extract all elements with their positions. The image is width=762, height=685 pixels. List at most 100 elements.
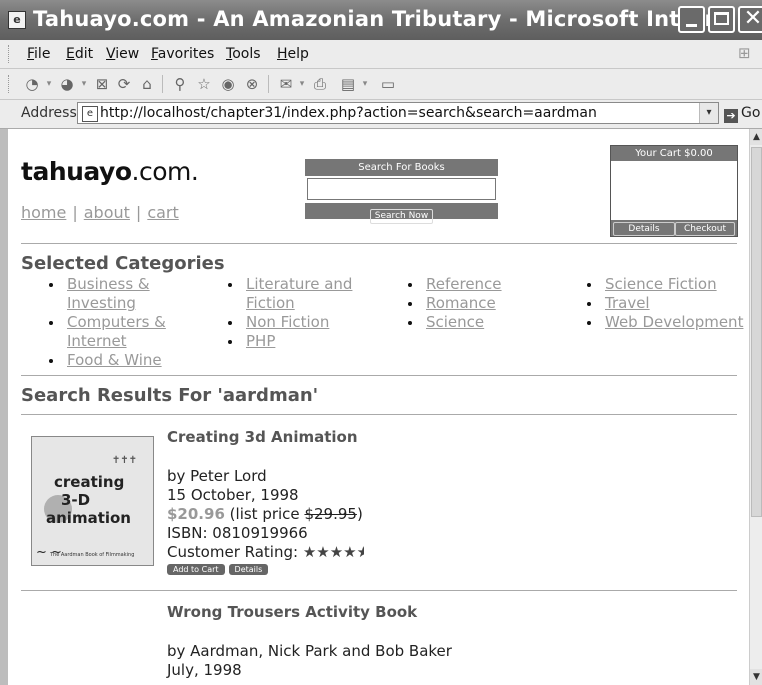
list-price-prefix: (list price [229, 505, 300, 523]
vertical-scrollbar[interactable]: ▲ ▼ [749, 129, 762, 685]
book-title[interactable]: Creating 3d Animation [167, 428, 358, 446]
list-item: Computers & Internet [21, 313, 186, 351]
logo-rest-text: .com. [131, 157, 199, 186]
address-input[interactable]: e http://localhost/chapter31/index.php?a… [77, 102, 719, 124]
toolbar-separator [268, 75, 269, 93]
list-item: Science Fiction [559, 275, 744, 294]
add-to-cart-button[interactable]: Add to Cart [167, 564, 225, 575]
menu-edit[interactable]: Edit [66, 46, 93, 62]
search-input[interactable] [307, 178, 496, 200]
ie-page-icon: e [8, 11, 26, 29]
category-link[interactable]: Food & Wine [67, 351, 162, 369]
list-item: PHP [200, 332, 365, 351]
edit-dropdown-icon[interactable]: ▾ [360, 74, 370, 94]
menu-favorites[interactable]: Favorites [151, 46, 214, 62]
category-link[interactable]: Science Fiction [605, 275, 717, 293]
nav-cart-link[interactable]: cart [147, 203, 178, 222]
window-title: Tahuayo.com - An Amazonian Tributary - M… [33, 7, 745, 31]
nav-about-link[interactable]: about [84, 203, 130, 222]
maximize-button[interactable] [708, 6, 735, 33]
list-item: Travel [559, 294, 744, 313]
discuss-icon[interactable]: ▭ [378, 74, 398, 94]
category-link[interactable]: Reference [426, 275, 502, 293]
windows-logo-icon: ⊞ [738, 44, 751, 62]
cart-header: Your Cart $0.00 [611, 146, 737, 161]
history-icon[interactable]: ⊗ [242, 74, 262, 94]
menu-tools[interactable]: Tools [226, 46, 261, 62]
back-dropdown-icon[interactable]: ▾ [44, 74, 54, 94]
list-item: Food & Wine [21, 351, 186, 370]
stop-icon[interactable]: ⊠ [92, 74, 112, 94]
rating-stars: ★★★★★ [302, 543, 364, 561]
scroll-thumb[interactable] [751, 147, 762, 517]
mail-icon[interactable]: ✉ [276, 74, 296, 94]
go-arrow-icon: ➔ [724, 109, 738, 123]
category-link[interactable]: Romance [426, 294, 496, 312]
toolbar-grip[interactable] [8, 75, 12, 93]
edit-icon[interactable]: ▤ [338, 74, 358, 94]
category-link[interactable]: Science [426, 313, 484, 331]
cart-button-bar: Details Checkout [611, 220, 737, 236]
refresh-icon[interactable]: ⟳ [114, 74, 134, 94]
media-icon[interactable]: ◉ [218, 74, 238, 94]
search-button-bar: Search Now [305, 203, 498, 224]
details-button[interactable]: Details [228, 564, 269, 575]
nav-home-link[interactable]: home [21, 203, 66, 222]
category-link[interactable]: Literature and Fiction [246, 275, 352, 312]
scroll-down-icon[interactable]: ▼ [750, 669, 762, 685]
category-link[interactable]: Business & Investing [67, 275, 150, 312]
menu-file[interactable]: File [27, 46, 50, 62]
mail-dropdown-icon[interactable]: ▾ [297, 74, 307, 94]
standard-toolbar: ◔ ▾ ◕ ▾ ⊠ ⟳ ⌂ ⚲ ☆ ◉ ⊗ ✉ ▾ ⎙ ▤ ▾ ▭ [0, 69, 762, 100]
category-column: Literature and Fiction Non Fiction PHP [200, 275, 365, 351]
address-dropdown-button[interactable]: ▾ [699, 103, 718, 123]
close-button[interactable]: ✕ [738, 6, 762, 33]
site-logo[interactable]: tahuayo.com. [21, 157, 199, 186]
window-frame [0, 129, 8, 685]
forward-icon[interactable]: ◕ [57, 74, 77, 94]
category-link[interactable]: Non Fiction [246, 313, 329, 331]
search-box-header: Search For Books [305, 159, 498, 176]
categories-title: Selected Categories [21, 253, 225, 274]
home-icon[interactable]: ⌂ [137, 74, 157, 94]
toolbar-grip[interactable] [8, 45, 12, 63]
window-title-bar[interactable]: e Tahuayo.com - An Amazonian Tributary -… [0, 0, 762, 40]
list-item: Science [380, 313, 545, 332]
list-item: Reference [380, 275, 545, 294]
print-icon[interactable]: ⎙ [310, 74, 330, 94]
search-now-button[interactable]: Search Now [369, 209, 434, 224]
menu-bar: File Edit View Favorites Tools Help ⊞ [0, 40, 762, 69]
book-date: July, 1998 [167, 661, 242, 679]
cart-details-button[interactable]: Details [613, 222, 675, 236]
go-label: Go [741, 105, 761, 121]
category-link[interactable]: Travel [605, 294, 650, 312]
forward-dropdown-icon[interactable]: ▾ [79, 74, 89, 94]
menu-help[interactable]: Help [277, 46, 309, 62]
search-icon[interactable]: ⚲ [170, 74, 190, 94]
menu-view[interactable]: View [106, 46, 139, 62]
category-link[interactable]: PHP [246, 332, 275, 350]
back-icon[interactable]: ◔ [22, 74, 42, 94]
list-item: Romance [380, 294, 545, 313]
divider [21, 375, 737, 376]
go-button[interactable]: ➔ Go [724, 105, 760, 123]
minimize-button[interactable] [678, 6, 705, 33]
scroll-up-icon[interactable]: ▲ [750, 129, 762, 145]
list-item: Literature and Fiction [200, 275, 365, 313]
list-item: Web Development [559, 313, 744, 332]
book-author: by Aardman, Nick Park and Bob Baker [167, 642, 452, 660]
category-column: Science Fiction Travel Web Development [559, 275, 744, 332]
divider [21, 243, 737, 244]
cover-figures: ✝✝✝ [112, 455, 138, 466]
page-viewport: tahuayo.com. home | about | cart Search For … [8, 129, 749, 685]
book-title[interactable]: Wrong Trousers Activity Book [167, 603, 417, 621]
category-link[interactable]: Web Development [605, 313, 743, 331]
book-cover-image[interactable]: ✝✝✝ creating 3-D animation ~ ~ The Aardm… [31, 436, 154, 566]
category-link[interactable]: Computers & Internet [67, 313, 166, 350]
toolbar-separator [162, 75, 163, 93]
favorites-icon[interactable]: ☆ [194, 74, 214, 94]
page-icon: e [82, 106, 98, 122]
address-url[interactable]: http://localhost/chapter31/index.php?act… [100, 105, 597, 121]
cart-checkout-button[interactable]: Checkout [675, 222, 735, 236]
site-nav: home | about | cart [21, 203, 179, 222]
